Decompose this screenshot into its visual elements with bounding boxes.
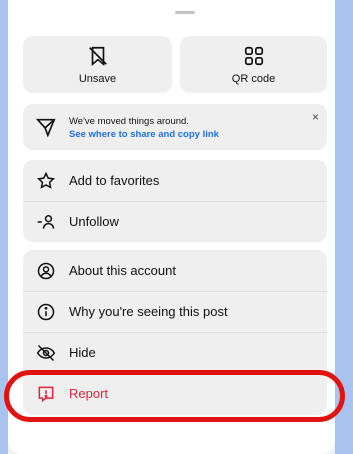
- report-highlight-annotation: [4, 370, 345, 422]
- star-icon: [36, 171, 56, 191]
- hide-icon: [36, 343, 56, 363]
- menu-group-follow: Add to favorites Unfollow: [23, 160, 327, 242]
- menu-item-label: Unfollow: [69, 214, 119, 229]
- qr-code-icon: [244, 46, 263, 65]
- qr-code-label: QR code: [231, 72, 276, 85]
- notice-link[interactable]: See where to share and copy link: [69, 129, 219, 140]
- send-icon: [35, 118, 56, 138]
- menu-item-why-seeing-post[interactable]: Why you're seeing this post: [23, 291, 327, 332]
- unsave-bookmark-icon: [88, 46, 107, 66]
- menu-item-label: Add to favorites: [69, 173, 160, 188]
- menu-item-unfollow[interactable]: Unfollow: [23, 201, 327, 242]
- close-icon[interactable]: ×: [312, 110, 319, 124]
- share-notice: We've moved things around. See where to …: [23, 104, 327, 150]
- drag-handle[interactable]: [175, 11, 195, 14]
- notice-text: We've moved things around.: [69, 116, 189, 127]
- menu-item-label: About this account: [69, 263, 176, 278]
- menu-item-about-account[interactable]: About this account: [23, 250, 327, 291]
- menu-item-label: Hide: [69, 345, 96, 360]
- menu-item-add-to-favorites[interactable]: Add to favorites: [23, 160, 327, 201]
- qr-code-button[interactable]: QR code: [180, 36, 327, 93]
- unfollow-icon: [36, 212, 56, 232]
- info-icon: [36, 302, 56, 322]
- unsave-button[interactable]: Unsave: [23, 36, 172, 93]
- menu-item-hide[interactable]: Hide: [23, 332, 327, 373]
- account-icon: [36, 261, 56, 281]
- menu-item-label: Why you're seeing this post: [69, 304, 228, 319]
- unsave-label: Unsave: [78, 72, 117, 85]
